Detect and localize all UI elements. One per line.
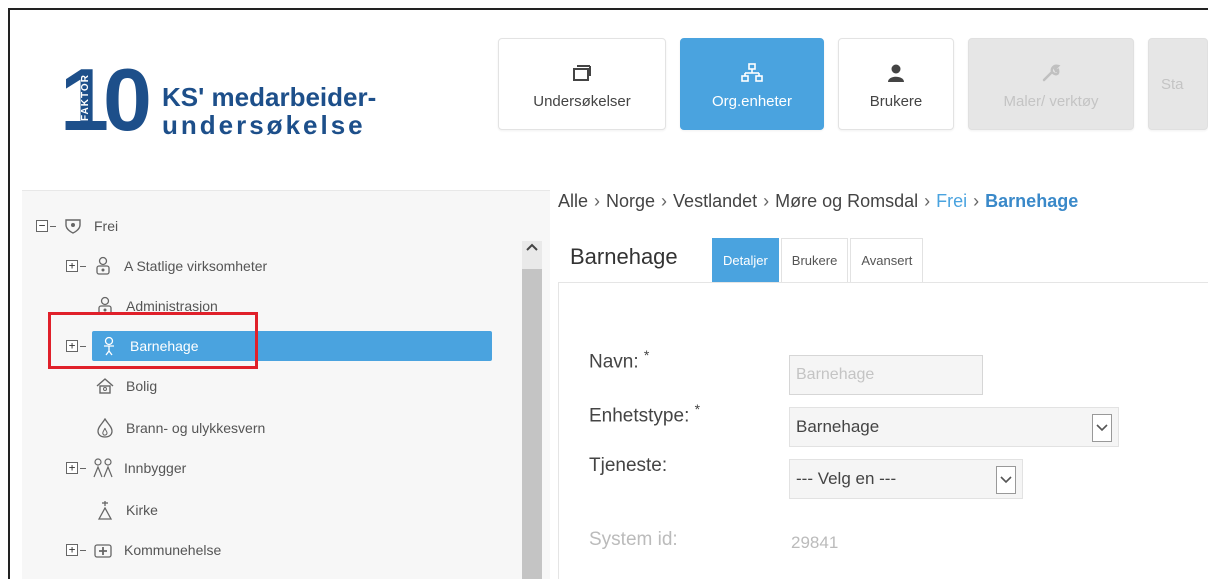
tree-label: Brann- og ulykkesvern bbox=[126, 420, 266, 436]
top-nav: Undersøkelser Org.enheter Brukere Maler/… bbox=[498, 38, 1208, 130]
enhetstype-select[interactable]: Barnehage bbox=[789, 407, 1119, 447]
breadcrumb-separator: › bbox=[594, 191, 601, 211]
tab-brukere[interactable]: Brukere bbox=[780, 238, 849, 282]
tree-item-innbygger[interactable]: + Innbygger bbox=[66, 453, 186, 483]
nav-label: Maler/ verktøy bbox=[1003, 92, 1099, 110]
window-icon bbox=[572, 59, 592, 87]
breadcrumb-separator: › bbox=[661, 191, 668, 211]
tree-item-a-statlige[interactable]: + A Statlige virksomheter bbox=[66, 251, 267, 281]
house-icon bbox=[94, 375, 116, 397]
nav-sta-button[interactable]: Sta bbox=[1148, 38, 1208, 130]
page-title: Barnehage bbox=[570, 244, 678, 269]
fire-icon bbox=[94, 417, 116, 439]
nav-maler-verktoy-button[interactable]: Maler/ verktøy bbox=[968, 38, 1134, 130]
nav-org-enheter-button[interactable]: Org.enheter bbox=[680, 38, 824, 130]
breadcrumb-current: Barnehage bbox=[985, 191, 1079, 211]
tree-root-frei[interactable]: − Frei bbox=[36, 211, 118, 241]
required-mark: * bbox=[694, 401, 701, 417]
breadcrumb: Alle › Norge › Vestlandet › Møre og Roms… bbox=[558, 191, 1078, 212]
people-icon bbox=[92, 457, 114, 479]
tree-item-brann[interactable]: Brann- og ulykkesvern bbox=[94, 413, 265, 443]
detail-header: Barnehage Detaljer Brukere Avansert bbox=[558, 238, 1208, 282]
nav-brukere-button[interactable]: Brukere bbox=[838, 38, 954, 130]
expand-toggle[interactable]: + bbox=[66, 544, 78, 556]
breadcrumb-item[interactable]: Frei bbox=[936, 191, 967, 212]
breadcrumb-item[interactable]: Møre og Romsdal bbox=[775, 191, 918, 212]
nav-label: Sta bbox=[1161, 75, 1184, 93]
tjeneste-select[interactable]: --- Velg en --- bbox=[789, 459, 1023, 499]
detail-tabs: Detaljer Brukere Avansert bbox=[712, 238, 925, 282]
logo-number: 10 bbox=[60, 50, 152, 149]
chevron-up-icon[interactable] bbox=[525, 239, 539, 257]
navn-field[interactable]: Barnehage bbox=[789, 355, 983, 395]
nav-label: Undersøkelser bbox=[533, 92, 631, 110]
navn-label: Navn: * bbox=[589, 347, 650, 373]
scrollbar-thumb[interactable] bbox=[522, 269, 542, 579]
tree-item-bolig[interactable]: Bolig bbox=[94, 371, 157, 401]
chevron-down-icon[interactable] bbox=[1092, 414, 1112, 442]
user-icon bbox=[887, 59, 905, 87]
expand-toggle[interactable]: + bbox=[66, 462, 78, 474]
tjeneste-value: --- Velg en --- bbox=[796, 469, 897, 488]
chevron-down-icon[interactable] bbox=[996, 466, 1016, 494]
tab-detaljer[interactable]: Detaljer bbox=[712, 238, 779, 282]
detail-form: Navn: * Barnehage Enhetstype: * Barnehag… bbox=[558, 282, 1208, 579]
tree-scrollbar[interactable] bbox=[522, 241, 542, 579]
tree-item-kirke[interactable]: Kirke bbox=[94, 495, 158, 525]
breadcrumb-item[interactable]: Alle bbox=[558, 191, 588, 212]
enhetstype-label: Enhetstype: * bbox=[589, 401, 701, 427]
tree-label: Kirke bbox=[126, 502, 158, 518]
tab-avansert[interactable]: Avansert bbox=[850, 238, 924, 282]
breadcrumb-item[interactable]: Vestlandet bbox=[673, 191, 757, 212]
logo-title-line2: undersøkelse bbox=[162, 110, 366, 140]
annotation-highlight-box bbox=[48, 312, 258, 369]
tree-label: Bolig bbox=[126, 378, 158, 394]
breadcrumb-separator: › bbox=[924, 191, 931, 211]
shield-icon bbox=[62, 215, 84, 237]
tree-label: Frei bbox=[94, 218, 119, 234]
logo-faktor: FAKTOR bbox=[80, 74, 91, 122]
church-icon bbox=[94, 499, 116, 521]
required-mark: * bbox=[643, 347, 650, 363]
wrench-icon bbox=[1041, 59, 1061, 87]
breadcrumb-item[interactable]: Norge bbox=[606, 191, 655, 212]
system-id-value: 29841 bbox=[791, 533, 839, 552]
health-icon bbox=[92, 539, 114, 561]
logo-title-line1: KS' medarbeider- bbox=[162, 82, 377, 112]
breadcrumb-separator: › bbox=[763, 191, 770, 211]
logo: 10 FAKTOR KS' medarbeider- undersøkelse bbox=[50, 50, 410, 150]
expand-toggle[interactable]: + bbox=[66, 260, 78, 272]
nav-label: Brukere bbox=[869, 92, 923, 110]
tree-label: Kommunehelse bbox=[124, 542, 222, 558]
enhetstype-value: Barnehage bbox=[796, 417, 880, 436]
collapse-toggle[interactable]: − bbox=[36, 220, 48, 232]
system-id-label: System id: bbox=[589, 529, 678, 550]
nav-label: Org.enheter bbox=[711, 92, 793, 110]
breadcrumb-separator: › bbox=[973, 191, 980, 211]
tree-item-kommunehelse[interactable]: + Kommunehelse bbox=[66, 535, 221, 565]
nav-undersokelser-button[interactable]: Undersøkelser bbox=[498, 38, 666, 130]
org-tree-panel: − Frei + A Statlige virksomheter Adminis… bbox=[22, 190, 550, 579]
tjeneste-label: Tjeneste: bbox=[589, 455, 668, 476]
person-group-icon bbox=[92, 255, 114, 277]
org-chart-icon bbox=[741, 59, 763, 87]
tree-label: Innbygger bbox=[124, 460, 187, 476]
tree-label: A Statlige virksomheter bbox=[124, 258, 268, 274]
app-frame: 10 FAKTOR KS' medarbeider- undersøkelse … bbox=[8, 8, 1208, 579]
